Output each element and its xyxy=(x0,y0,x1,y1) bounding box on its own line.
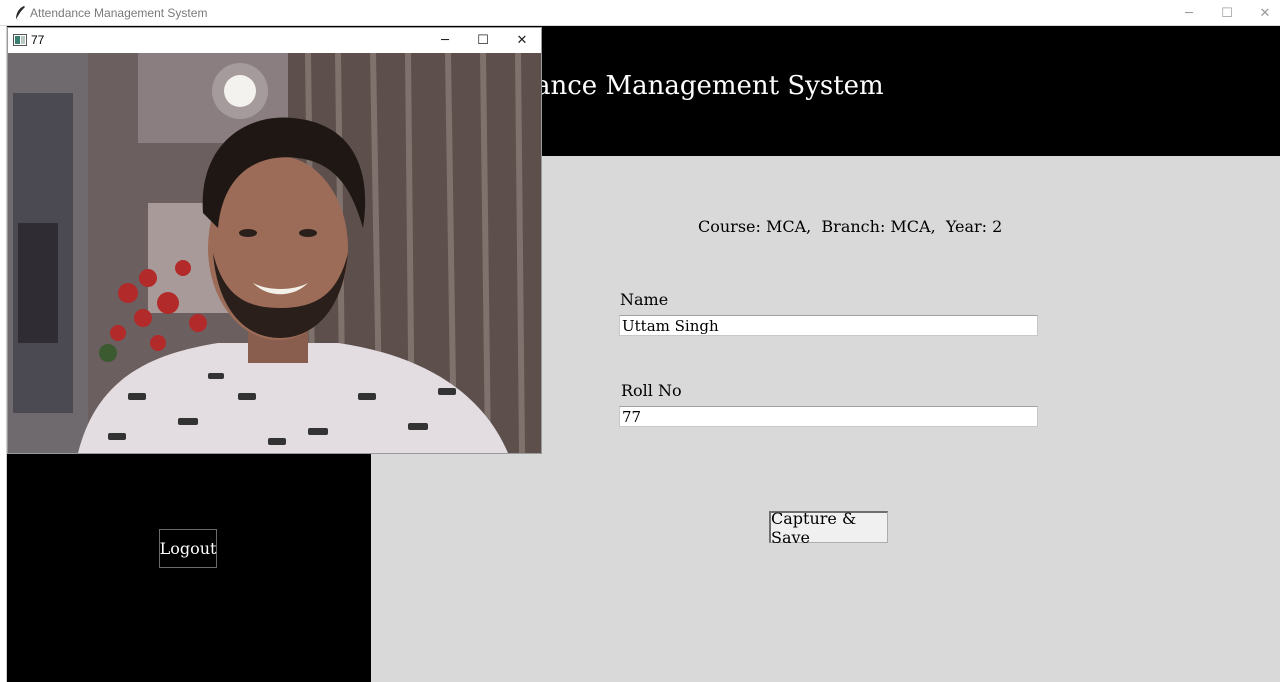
roll-no-field[interactable] xyxy=(619,406,1038,427)
roll-no-label: Roll No xyxy=(621,381,682,400)
name-field[interactable] xyxy=(619,315,1038,336)
camera-window-titlebar[interactable]: 77 ─ ☐ ✕ xyxy=(8,28,541,53)
name-label: Name xyxy=(620,290,669,309)
feather-icon xyxy=(15,6,25,21)
main-window-titlebar: Attendance Management System ─ ☐ ✕ xyxy=(0,0,1280,26)
window-left-edge xyxy=(0,26,7,682)
course-info: Course: MCA, Branch: MCA, Year: 2 xyxy=(698,217,1003,236)
camera-maximize-button[interactable]: ☐ xyxy=(464,28,502,53)
webcam-image xyxy=(8,53,541,453)
camera-minimize-button[interactable]: ─ xyxy=(426,28,464,53)
minimize-button[interactable]: ─ xyxy=(1170,0,1208,26)
close-button[interactable]: ✕ xyxy=(1246,0,1280,26)
image-window-icon xyxy=(13,34,27,46)
camera-window-title: 77 xyxy=(31,33,45,47)
sidebar: Logout xyxy=(7,453,371,682)
webcam-feed xyxy=(8,53,541,453)
capture-save-button[interactable]: Capture & Save xyxy=(769,509,888,547)
maximize-button[interactable]: ☐ xyxy=(1208,0,1246,26)
logout-button[interactable]: Logout xyxy=(159,529,217,568)
main-window-title: Attendance Management System xyxy=(30,6,208,20)
camera-window[interactable]: 77 ─ ☐ ✕ xyxy=(7,27,542,454)
camera-close-button[interactable]: ✕ xyxy=(503,28,541,53)
